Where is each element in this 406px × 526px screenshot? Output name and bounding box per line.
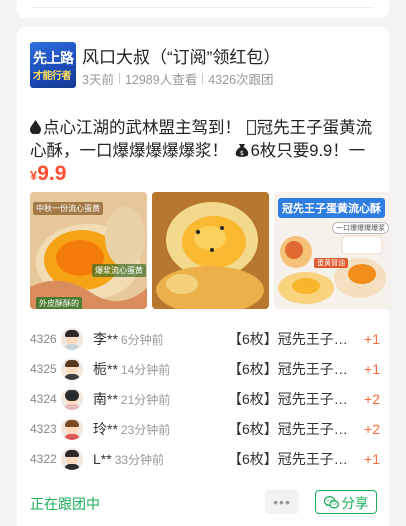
more-options-button[interactable]: ••• (265, 490, 299, 514)
ordered-product: 【6枚】冠先王子… (228, 331, 348, 347)
user-name: 南** 21分钟前 (93, 391, 171, 407)
user-name: L** 33分钟前 (93, 450, 165, 467)
price: ¥9.9 (30, 162, 66, 186)
photo-banner: 冠先王子蛋黄流心酥 (278, 198, 385, 218)
svg-text:$: $ (240, 149, 244, 157)
photo-caption: 蛋黄冒油 (314, 258, 348, 268)
divider (32, 7, 374, 8)
order-number: 4326 (30, 332, 57, 346)
group-buy-status: 正在跟团中 (30, 496, 100, 512)
order-record-row[interactable]: 4324 南** 21分钟前 【6枚】冠先王子… +2 (30, 388, 380, 410)
photo-caption: 外皮酥酥的 (36, 297, 82, 309)
user-name: 李** 6分钟前 (93, 331, 164, 347)
order-time: 14分钟前 (120, 363, 171, 377)
order-quantity: +1 (364, 451, 380, 467)
photo-caption: 中秋一份流心蛋黄 (33, 202, 103, 215)
order-time: 33分钟前 (114, 452, 165, 467)
group-buy-post-card[interactable]: 先上路 才能行者 风口大叔（“订阅”领红包） 3天前 12989人查看 4326… (17, 27, 391, 526)
user-avatar (61, 358, 83, 380)
avatar-text-line2: 才能行者 (33, 71, 72, 82)
ordered-product: 【6枚】冠先王子… (228, 421, 348, 437)
account-name[interactable]: 风口大叔（“订阅”领红包） (82, 43, 280, 68)
ordered-product: 【6枚】冠先王子… (228, 361, 348, 377)
wechat-icon (323, 495, 339, 509)
account-avatar[interactable]: 先上路 才能行者 (30, 42, 76, 88)
order-quantity: +1 (364, 361, 380, 377)
user-avatar (61, 418, 83, 440)
order-time: 23分钟前 (120, 423, 171, 437)
order-number: 4322 (30, 452, 57, 466)
post-footer: 正在跟团中 ••• 分享 (30, 490, 377, 516)
share-label: 分享 (341, 496, 369, 511)
product-photo-1[interactable]: 中秋一份流心蛋黄 爆浆流心蛋黄 外皮酥酥的 (30, 192, 147, 309)
post-meta: 3天前 12989人查看 4326次跟团 (82, 69, 274, 88)
order-record-row[interactable]: 4322 L** 33分钟前 【6枚】冠先王子… +1 (30, 448, 380, 470)
product-photo-3[interactable]: 冠先王子蛋黄流心酥 一口爆爆爆爆浆 蛋黄冒油 (274, 192, 391, 309)
order-record-row[interactable]: 4325 栀** 14分钟前 【6枚】冠先王子… +1 (30, 358, 380, 380)
user-name: 玲** 23分钟前 (93, 421, 171, 437)
ordered-product: 【6枚】冠先王子… (228, 451, 348, 467)
user-avatar (61, 328, 83, 350)
order-quantity: +1 (364, 331, 380, 347)
post-age: 3天前 (82, 73, 114, 87)
order-quantity: +2 (364, 421, 380, 437)
avatar-text-line1: 先上路 (33, 50, 74, 66)
post-title[interactable]: 点心江湖的武林盟主驾到！ 冠先王子蛋黄流心酥，一口爆爆爆爆爆浆！ $6枚只要9.… (30, 117, 380, 163)
title-part1: 点心江湖的武林盟主驾到！ (43, 119, 241, 137)
photo-caption: 一口爆爆爆爆浆 (332, 222, 389, 234)
order-number: 4325 (30, 362, 57, 376)
order-number: 4323 (30, 422, 57, 436)
order-time: 6分钟前 (120, 333, 164, 347)
view-count: 12989人查看 (124, 73, 198, 87)
photo-caption: 爆浆流心蛋黄 (92, 264, 146, 277)
order-quantity: +2 (364, 391, 380, 407)
meta-divider (118, 73, 120, 84)
meta-divider (202, 73, 204, 84)
missing-glyph-icon (246, 120, 256, 135)
user-name: 栀** 14分钟前 (93, 361, 171, 377)
order-time: 21分钟前 (120, 393, 171, 407)
order-number: 4324 (30, 392, 57, 406)
join-count: 4326次跟团 (208, 73, 274, 87)
product-photo-2[interactable] (152, 192, 269, 309)
pastry-illustration (152, 192, 269, 309)
drop-icon (30, 120, 41, 135)
previous-post-card (17, 0, 389, 18)
post-header: 先上路 才能行者 风口大叔（“订阅”领红包） 3天前 12989人查看 4326… (30, 42, 377, 88)
money-bag-icon: $ (235, 144, 248, 157)
price-value: 9.9 (37, 162, 67, 185)
user-avatar (61, 448, 83, 470)
user-avatar (61, 388, 83, 410)
ordered-product: 【6枚】冠先王子… (228, 391, 348, 407)
share-button[interactable]: 分享 (315, 490, 377, 514)
order-record-row[interactable]: 4323 玲** 23分钟前 【6枚】冠先王子… +2 (30, 418, 380, 440)
order-record-row[interactable]: 4326 李** 6分钟前 【6枚】冠先王子… +1 (30, 328, 380, 350)
